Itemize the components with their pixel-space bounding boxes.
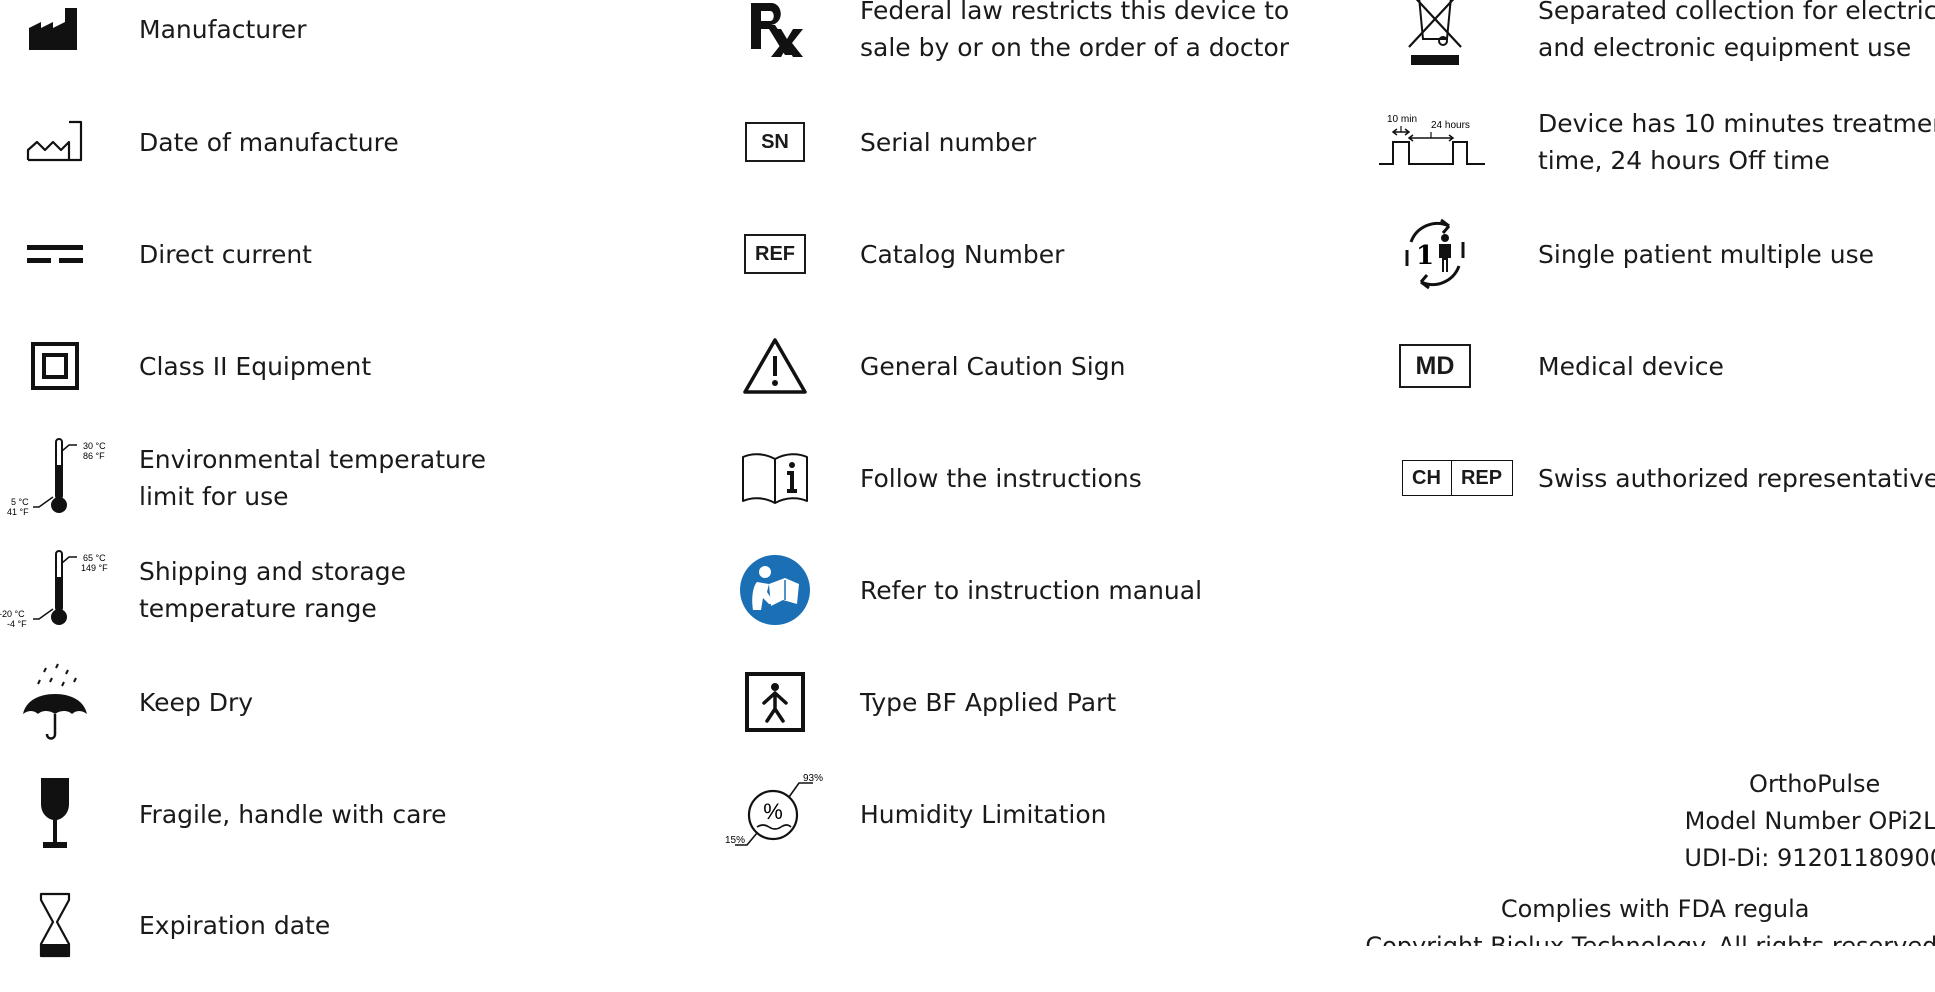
thermometer-icon: 65 °C 149 °F -20 °C -4 °F xyxy=(0,545,110,635)
humidity-icon: % 93% 15% xyxy=(720,769,830,859)
symbol-label: Device has 10 minutes treatment time, 24 … xyxy=(1538,109,1935,175)
svg-text:5 °C: 5 °C xyxy=(11,497,29,507)
svg-text:86 °F: 86 °F xyxy=(83,451,105,461)
symbol-row-expiration-date: Expiration date xyxy=(0,880,700,992)
symbol-label: Follow the instructions xyxy=(860,463,1142,493)
type-bf-icon xyxy=(720,657,830,747)
symbol-row-class-ii: Class II Equipment xyxy=(0,321,700,433)
symbol-label: Direct current xyxy=(139,239,312,269)
symbol-row-fragile: Fragile, handle with care xyxy=(0,769,700,881)
symbol-row-environmental-temperature: 30 °C 86 °F 5 °C 41 °F Environmental tem… xyxy=(0,433,700,545)
svg-text:93%: 93% xyxy=(803,773,823,784)
weee-bin-icon xyxy=(1380,0,1490,74)
fda-compliance: Complies with FDA regula xyxy=(1500,895,1810,923)
read-manual-icon xyxy=(720,545,830,635)
symbol-label: Single patient multiple use xyxy=(1538,239,1874,269)
product-info-block: OrthoPulse Model Number OPi2L- UDI-Di: 9… xyxy=(1684,766,1935,877)
symbol-label: Refer to instruction manual xyxy=(860,575,1203,605)
direct-current-icon xyxy=(0,209,110,299)
medical-device-icon: MD xyxy=(1380,321,1490,411)
symbol-row-type-bf: Type BF Applied Part xyxy=(720,657,1340,769)
svg-text:10 min: 10 min xyxy=(1387,114,1417,125)
symbol-label: Separated collection for electrical and e… xyxy=(1538,0,1935,62)
symbol-row-medical-device: MD Medical device xyxy=(1380,321,1935,433)
symbol-row-caution: General Caution Sign xyxy=(720,321,1340,433)
copyright: Copyright Biolux Technology. All rights … xyxy=(1365,932,1935,946)
symbol-label: Medical device xyxy=(1538,351,1724,381)
model-number: Model Number OPi2L- xyxy=(1684,807,1935,835)
symbol-row-keep-dry: Keep Dry xyxy=(0,657,700,769)
svg-text:-20 °C: -20 °C xyxy=(0,609,25,619)
symbol-label: Humidity Limitation xyxy=(860,799,1107,829)
symbol-row-storage-temperature: 65 °C 149 °F -20 °C -4 °F Shipping and s… xyxy=(0,545,700,657)
symbol-row-single-patient: 1 Single patient multiple use xyxy=(1380,209,1935,321)
symbol-row-direct-current: Direct current xyxy=(0,209,700,321)
symbol-label: Type BF Applied Part xyxy=(860,687,1117,717)
single-patient-icon: 1 xyxy=(1380,209,1490,299)
catalog-number-icon: REF xyxy=(720,209,830,299)
symbol-label: Serial number xyxy=(860,127,1037,157)
symbol-label: Date of manufacture xyxy=(139,127,399,157)
svg-text:1: 1 xyxy=(1416,241,1434,271)
date-of-manufacture-icon xyxy=(0,97,110,187)
symbol-row-humidity: % 93% 15% Humidity Limitation xyxy=(720,769,1340,881)
hourglass-icon xyxy=(0,880,110,970)
symbol-label: Fragile, handle with care xyxy=(139,799,447,829)
thermometer-icon: 30 °C 86 °F 5 °C 41 °F xyxy=(0,433,110,523)
symbol-row-date-of-manufacture: Date of manufacture xyxy=(0,97,700,209)
compliance-block: Complies with FDA regula Copyright Biolu… xyxy=(1365,891,1935,946)
svg-text:-4 °F: -4 °F xyxy=(7,619,27,629)
svg-text:24 hours: 24 hours xyxy=(1431,120,1470,131)
svg-text:%: % xyxy=(763,799,783,824)
symbol-label: General Caution Sign xyxy=(860,351,1126,381)
symbol-row-rx: Federal law restricts this device to sale… xyxy=(720,0,1340,96)
symbol-row-weee: Separated collection for electrical and e… xyxy=(1380,0,1935,96)
product-name: OrthoPulse xyxy=(1749,770,1881,798)
factory-icon xyxy=(0,0,110,74)
udi-di: UDI-Di: 91201180900 xyxy=(1684,844,1935,872)
symbol-label: Class II Equipment xyxy=(139,351,372,381)
symbol-label: Swiss authorized representative xyxy=(1538,463,1935,493)
caution-icon xyxy=(720,321,830,411)
symbol-row-refer-manual: Refer to instruction manual xyxy=(720,545,1340,657)
symbol-label: Shipping and storage temperature range xyxy=(139,557,406,623)
fragile-glass-icon xyxy=(0,769,110,859)
symbol-label: Catalog Number xyxy=(860,239,1065,269)
svg-text:30 °C: 30 °C xyxy=(83,441,106,451)
symbol-label: Federal law restricts this device to sale… xyxy=(860,0,1290,62)
treatment-timing-icon: 10 min 24 hours xyxy=(1379,97,1490,187)
symbol-row-treatment-timing: 10 min 24 hours Device has 10 minutes tr… xyxy=(1379,97,1935,209)
symbol-row-swiss-rep: CH REP Swiss authorized representative xyxy=(1380,433,1935,545)
symbol-label: Environmental temperature limit for use xyxy=(139,445,486,511)
symbol-label: Expiration date xyxy=(139,910,331,940)
swiss-rep-icon: CH REP xyxy=(1392,433,1522,523)
svg-text:41 °F: 41 °F xyxy=(7,507,29,517)
symbol-row-serial-number: SN Serial number xyxy=(720,97,1340,209)
instructions-book-icon xyxy=(720,433,830,523)
symbol-label: Manufacturer xyxy=(139,14,307,44)
symbol-row-follow-instructions: Follow the instructions xyxy=(720,433,1340,545)
rx-icon xyxy=(720,0,830,74)
svg-text:65 °C: 65 °C xyxy=(83,553,106,563)
symbol-row-catalog-number: REF Catalog Number xyxy=(720,209,1340,321)
symbol-row-manufacturer: Manufacturer xyxy=(0,0,700,96)
serial-number-icon: SN xyxy=(720,97,830,187)
umbrella-icon xyxy=(0,657,110,747)
svg-text:15%: 15% xyxy=(725,835,745,846)
symbol-label: Keep Dry xyxy=(139,687,254,717)
class-ii-icon xyxy=(0,321,110,411)
svg-text:149 °F: 149 °F xyxy=(81,563,108,573)
